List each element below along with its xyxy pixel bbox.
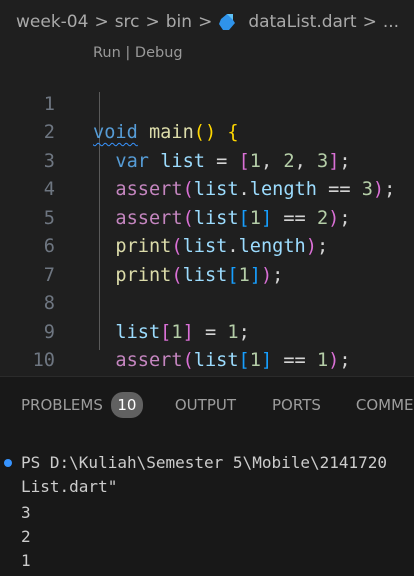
bottom-panel: PROBLEMS 10 OUTPUT PORTS COMMENTS PS D:\… [0,376,414,576]
breadcrumb-item-bin[interactable]: bin [166,12,192,32]
tab-problems[interactable]: PROBLEMS 10 [21,392,143,418]
panel-tabs: PROBLEMS 10 OUTPUT PORTS COMMENTS [0,377,414,433]
breadcrumb: week-04 > src > bin > dataList.dart > ..… [0,0,414,44]
chevron-right-icon: > [362,12,377,32]
code-editor[interactable]: Run | Debug 1 void main() { 2 var list =… [0,43,414,429]
code-text: print(list.length); [115,236,329,257]
breadcrumb-item-week-04[interactable]: week-04 [16,12,88,32]
code-line[interactable]: 5 print(list.length); [0,176,328,258]
dart-file-icon [219,14,236,30]
code-text: list[1] = 1; [115,321,250,343]
tab-ports[interactable]: PORTS [272,396,321,414]
code-text: assert(list.length == 3); [115,179,396,200]
code-line[interactable]: 3 assert(list.length == 3); [0,119,396,201]
terminal-line: PS D:\Kuliah\Semester 5\Mobile\2141720 [21,453,388,472]
code-line[interactable]: 6 print(list[1]); [0,205,284,286]
code-text: print(list[1]); [115,264,284,286]
tab-comments-label: COMMENTS [355,396,414,414]
code-line[interactable]: 4 assert(list[1] == 2); [0,148,351,229]
command-status-dot-icon[interactable] [4,459,12,467]
code-text: void main() { [93,122,239,143]
tab-problems-label: PROBLEMS [21,396,103,414]
code-line[interactable]: 11 } [0,347,105,429]
tab-output[interactable]: OUTPUT [175,396,236,414]
code-line[interactable]: 10 print(list[1]); [0,319,284,400]
codelens-divider: | [120,45,135,61]
code-text: assert(list[1] == 1); [115,350,351,371]
codelens-run[interactable]: Run [93,45,121,61]
problems-count-badge: 10 [110,392,143,418]
terminal[interactable]: PS D:\Kuliah\Semester 5\Mobile\2141720 L… [0,451,414,576]
codelens: Run | Debug [93,43,183,63]
breadcrumb-item-src[interactable]: src [115,12,140,32]
tab-ports-label: PORTS [272,396,321,414]
chevron-right-icon: > [94,12,109,32]
breadcrumb-item-more[interactable]: ... [383,12,399,32]
chevron-right-icon: > [198,12,213,32]
codelens-debug[interactable]: Debug [135,45,183,61]
breadcrumb-item-file[interactable]: dataList.dart [248,12,356,32]
code-text: assert(list[1] == 2); [115,207,351,229]
code-line[interactable]: 9 assert(list[1] == 1); [0,290,351,372]
terminal-line: 1 [21,551,31,570]
code-line[interactable]: 7 [0,233,55,286]
terminal-line: 2 [21,527,31,546]
chevron-right-icon: > [145,12,160,32]
code-line[interactable]: 2 var list = [1, 2, 3]; [0,91,351,172]
terminal-line: 3 [21,503,31,522]
code-line[interactable]: 8 list[1] = 1; [0,262,250,343]
tab-comments[interactable]: COMMENTS [356,396,414,414]
code-text: var list = [1, 2, 3]; [115,150,351,172]
terminal-line: List.dart" [21,477,118,496]
tab-output-label: OUTPUT [174,396,237,414]
code-line[interactable]: 1 void main() { [0,62,239,144]
